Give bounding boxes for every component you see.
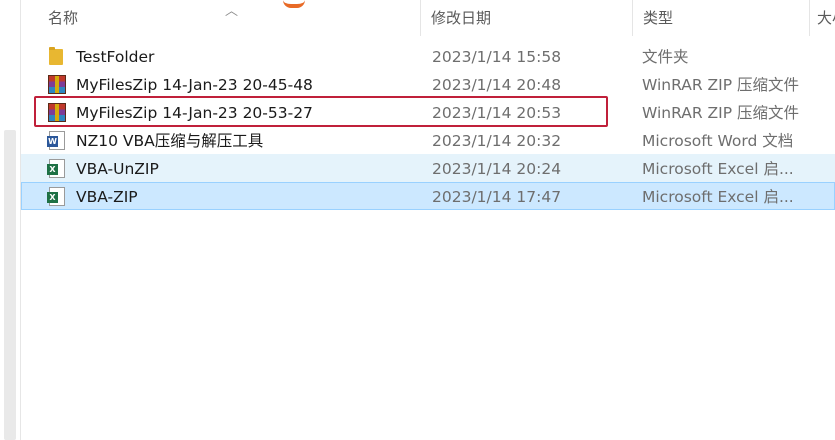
- file-name: VBA-UnZIP: [76, 160, 159, 178]
- winrar-icon: [48, 75, 66, 94]
- file-date: 2023/1/14 15:58: [432, 48, 562, 66]
- column-header-type[interactable]: 类型: [633, 0, 810, 36]
- file-date: 2023/1/14 20:32: [432, 132, 562, 150]
- file-type: Microsoft Word 文档: [642, 132, 794, 150]
- file-row-myfileszip-1[interactable]: MyFilesZip 14-Jan-23 20-45-48 2023/1/14 …: [21, 70, 835, 98]
- folder-icon: [49, 47, 63, 65]
- file-type: Microsoft Excel 启...: [642, 188, 794, 206]
- file-date: 2023/1/14 20:53: [432, 104, 562, 122]
- file-row-vba-unzip[interactable]: VBA-UnZIP 2023/1/14 20:24 Microsoft Exce…: [21, 154, 835, 182]
- file-row-vba-zip[interactable]: VBA-ZIP 2023/1/14 17:47 Microsoft Excel …: [21, 182, 835, 210]
- file-name: TestFolder: [76, 48, 155, 66]
- file-row-myfileszip-2[interactable]: MyFilesZip 14-Jan-23 20-53-27 2023/1/14 …: [21, 98, 835, 126]
- file-name: VBA-ZIP: [76, 188, 138, 206]
- winrar-icon: [48, 103, 66, 122]
- column-header-date-modified[interactable]: 修改日期: [421, 0, 633, 36]
- file-type: Microsoft Excel 启...: [642, 160, 794, 178]
- file-name: NZ10 VBA压缩与解压工具: [76, 132, 264, 150]
- navigation-pane: [0, 0, 21, 440]
- column-header-size[interactable]: 大小: [810, 0, 835, 36]
- file-name: MyFilesZip 14-Jan-23 20-45-48: [76, 76, 313, 94]
- file-list: TestFolder 2023/1/14 15:58 文件夹 MyFilesZi…: [21, 42, 835, 210]
- file-date: 2023/1/14 17:47: [432, 188, 562, 206]
- column-header: 名称 ︿ 修改日期 类型 大小: [21, 0, 835, 36]
- file-row-testfolder[interactable]: TestFolder 2023/1/14 15:58 文件夹: [21, 42, 835, 70]
- file-type: 文件夹: [642, 48, 689, 66]
- excel-workbook-icon: [47, 187, 65, 206]
- file-date: 2023/1/14 20:48: [432, 76, 562, 94]
- sort-ascending-icon: ︿: [225, 4, 239, 19]
- column-header-name[interactable]: 名称: [21, 0, 421, 36]
- file-type: WinRAR ZIP 压缩文件: [642, 104, 800, 122]
- file-date: 2023/1/14 20:24: [432, 160, 562, 178]
- file-row-nz10-word[interactable]: NZ10 VBA压缩与解压工具 2023/1/14 20:32 Microsof…: [21, 126, 835, 154]
- file-name: MyFilesZip 14-Jan-23 20-53-27: [76, 104, 313, 122]
- word-document-icon: [47, 131, 65, 150]
- file-explorer-window: 名称 ︿ 修改日期 类型 大小 TestFolder 2023/1/14 15:…: [0, 0, 835, 440]
- excel-workbook-icon: [47, 159, 65, 178]
- navigation-scrollbar[interactable]: [4, 130, 16, 440]
- file-type: WinRAR ZIP 压缩文件: [642, 76, 800, 94]
